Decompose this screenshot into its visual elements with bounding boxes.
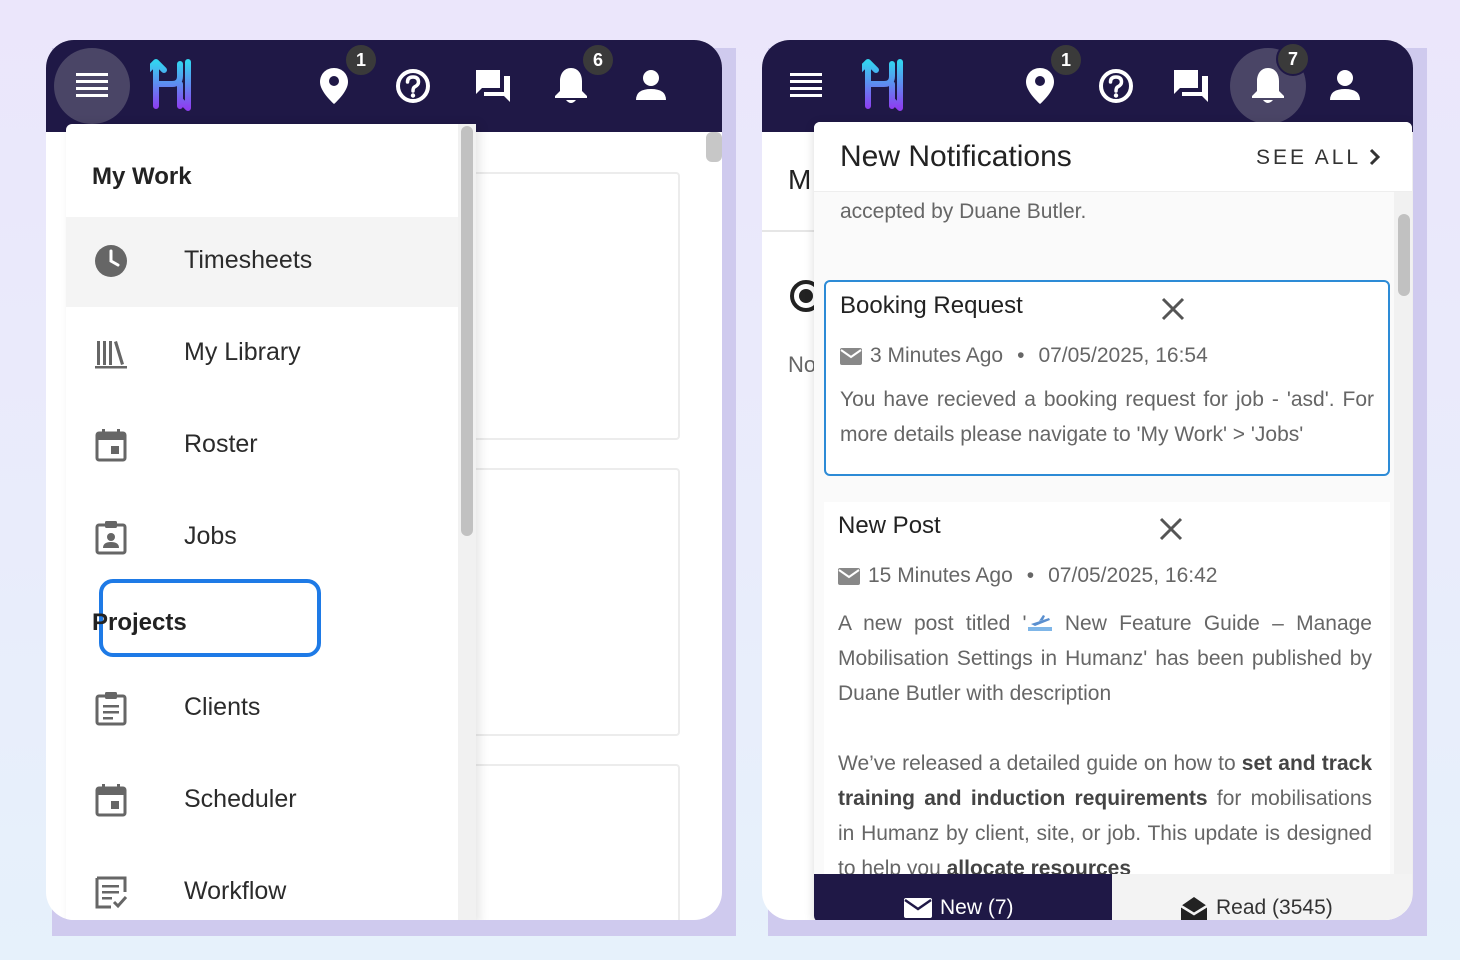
divider — [762, 230, 822, 232]
notification-meta: 15 Minutes Ago • 07/05/2025, 16:42 — [838, 564, 1217, 588]
content-card — [466, 172, 680, 440]
notification-meta: 3 Minutes Ago • 07/05/2025, 16:54 — [840, 344, 1208, 368]
left-screen: 1 6 My Work Timesheets My Library Roster… — [46, 40, 722, 920]
desc-bold-part: allocate resources — [946, 857, 1132, 874]
clipboard-icon — [95, 692, 127, 726]
app-logo-icon[interactable] — [862, 56, 906, 114]
notification-datetime: 07/05/2025, 16:42 — [1048, 564, 1218, 587]
right-screen: 1 7 M No New Notifications SEE ALL accep… — [762, 40, 1413, 920]
notifications-title: New Notifications — [840, 140, 1072, 173]
menu-item-jobs[interactable]: Jobs — [66, 493, 458, 583]
chat-icon[interactable] — [474, 68, 512, 104]
envelope-icon — [840, 347, 862, 365]
menu-item-label: Clients — [184, 693, 261, 721]
user-icon[interactable] — [634, 68, 668, 102]
notification-time-ago: 15 Minutes Ago — [868, 564, 1013, 587]
notification-body: A new post titled ' New Feature Guide – … — [838, 606, 1372, 711]
bell-icon[interactable] — [554, 66, 588, 104]
help-icon[interactable] — [395, 68, 431, 104]
body-prefix: A new post titled ' — [838, 612, 1027, 635]
notifications-badge: 7 — [1276, 42, 1310, 76]
page-scrollbar[interactable] — [706, 132, 722, 162]
navigation-drawer: My Work Timesheets My Library Roster Job… — [66, 124, 476, 920]
content-card — [466, 764, 680, 920]
menu-item-label: Jobs — [184, 522, 237, 550]
notification-title: New Post — [838, 512, 941, 539]
clock-icon — [95, 245, 127, 277]
notification-title: Booking Request — [840, 292, 1023, 319]
page-heading-fragment: M — [788, 164, 812, 195]
close-icon[interactable] — [1158, 516, 1184, 542]
menu-item-label: Workflow — [184, 877, 287, 905]
calendar-icon — [95, 784, 127, 817]
menu-item-label: My Library — [184, 338, 301, 366]
see-all-link[interactable]: SEE ALL — [1256, 146, 1361, 170]
user-icon[interactable] — [1328, 68, 1362, 102]
tab-read[interactable]: Read (3545) — [1112, 874, 1412, 920]
menu-item-label: Scheduler — [184, 785, 297, 813]
envelope-icon — [838, 567, 860, 585]
envelope-open-icon — [1180, 897, 1208, 920]
bell-icon — [1252, 68, 1284, 103]
section-title-my-work: My Work — [92, 163, 192, 190]
airplane-emoji-icon — [1027, 615, 1052, 631]
envelope-icon — [904, 898, 932, 918]
meta-separator: • — [1017, 344, 1025, 367]
tab-new-label: New (7) — [940, 896, 1014, 919]
page-text-fragment: No — [788, 352, 817, 377]
notification-tabs: New (7) Read (3545) — [814, 874, 1412, 920]
notification-description: We’ve released a detailed guide on how t… — [838, 746, 1372, 874]
menu-item-label: Timesheets — [184, 246, 313, 274]
previous-notification-snippet: accepted by Duane Butler. — [840, 200, 1087, 223]
panel-scrollbar-thumb[interactable] — [1398, 214, 1410, 296]
menu-item-my-library[interactable]: My Library — [66, 309, 458, 399]
checklist-icon — [95, 876, 128, 909]
top-app-bar: 1 6 — [46, 40, 722, 132]
chevron-right-icon[interactable] — [1368, 147, 1382, 167]
notification-card[interactable]: New Post 15 Minutes Ago • 07/05/2025, 16… — [824, 502, 1390, 874]
content-card — [466, 468, 680, 736]
desc-part: We’ve released a detailed guide on how t… — [838, 752, 1242, 775]
hamburger-menu-icon — [76, 73, 108, 97]
help-icon[interactable] — [1098, 68, 1134, 104]
badge-clipboard-icon — [95, 521, 127, 555]
chat-icon[interactable] — [1172, 68, 1210, 104]
close-icon[interactable] — [1160, 296, 1186, 322]
library-icon — [95, 341, 127, 369]
meta-separator: • — [1026, 564, 1035, 587]
location-badge: 1 — [344, 43, 378, 77]
menu-item-label: Roster — [184, 430, 258, 458]
top-app-bar: 1 7 — [762, 40, 1413, 132]
drawer-scrollbar-thumb[interactable] — [461, 126, 473, 536]
menu-item-workflow[interactable]: Workflow — [66, 848, 458, 920]
hamburger-menu-icon[interactable] — [790, 70, 822, 100]
menu-item-timesheets[interactable]: Timesheets — [66, 217, 458, 307]
notification-datetime: 07/05/2025, 16:54 — [1038, 344, 1208, 367]
notifications-list[interactable]: accepted by Duane Butler. Booking Reques… — [814, 192, 1412, 874]
location-pin-icon[interactable] — [1026, 68, 1054, 104]
menu-item-scheduler[interactable]: Scheduler — [66, 756, 458, 846]
tab-new[interactable]: New (7) — [814, 874, 1112, 920]
notifications-header: New Notifications SEE ALL — [814, 122, 1412, 192]
notifications-panel: New Notifications SEE ALL accepted by Du… — [814, 122, 1412, 920]
menu-item-roster[interactable]: Roster — [66, 401, 458, 491]
notifications-badge: 6 — [581, 43, 615, 77]
notification-body: You have recieved a booking request for … — [840, 388, 1374, 446]
notification-card[interactable]: Booking Request 3 Minutes Ago • 07/05/20… — [824, 280, 1390, 476]
tab-read-label: Read (3545) — [1216, 896, 1333, 919]
notification-time-ago: 3 Minutes Ago — [870, 344, 1004, 367]
location-pin-icon[interactable] — [320, 68, 348, 104]
section-title-projects: Projects — [92, 609, 187, 636]
app-logo-icon[interactable] — [150, 56, 194, 114]
menu-item-clients[interactable]: Clients — [66, 664, 458, 754]
location-badge: 1 — [1049, 43, 1083, 77]
calendar-icon — [95, 429, 127, 462]
